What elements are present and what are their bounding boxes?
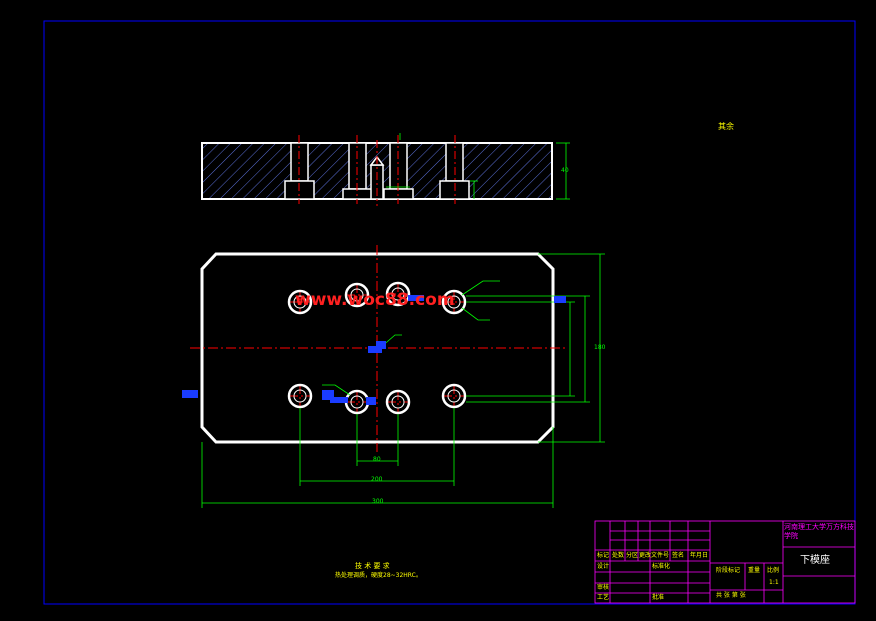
tb-sign: 签名 (672, 552, 685, 559)
tb-ratio: 比例 (767, 567, 780, 574)
dim-overall-length: 300 (372, 498, 384, 505)
tb-mark: 标记 (597, 552, 610, 559)
dim-height: 180 (594, 344, 606, 351)
tb-approve: 批准 (652, 594, 665, 601)
tb-review: 审核 (597, 584, 610, 591)
tb-count: 处数 (612, 552, 625, 559)
tb-stage-mark: 阶段标记 (716, 567, 741, 574)
tb-process: 工艺 (597, 594, 610, 601)
tb-sheet: 共 张 第 张 (716, 592, 746, 599)
dim-thickness: 40 (561, 167, 569, 174)
roughness-note: 其余 (718, 122, 734, 131)
tb-ratio-val: 1:1 (769, 579, 779, 586)
tech-requirements-title: 技 术 要 求 (355, 562, 390, 570)
section-view (201, 133, 570, 206)
tb-design: 设计 (597, 563, 610, 570)
part-name-label: 下模座 (800, 555, 830, 566)
dim-hole-span: 200 (371, 476, 383, 483)
tb-standard: 标准化 (652, 563, 671, 570)
tb-change-doc: 更改文件号 (639, 552, 670, 559)
plan-view (182, 245, 605, 508)
dim-inner-span: 80 (373, 456, 381, 463)
school-name-label: 河南理工大学万方科技学院 (784, 523, 854, 540)
watermark: www.woc88.com (295, 290, 455, 310)
tech-requirements-text: 热处理调质，硬度28~32HRC。 (335, 572, 422, 579)
cad-drawing (43, 20, 856, 605)
tb-date: 年月日 (690, 552, 709, 559)
tb-zone: 分区 (626, 552, 639, 559)
tb-weight: 重量 (748, 567, 761, 574)
